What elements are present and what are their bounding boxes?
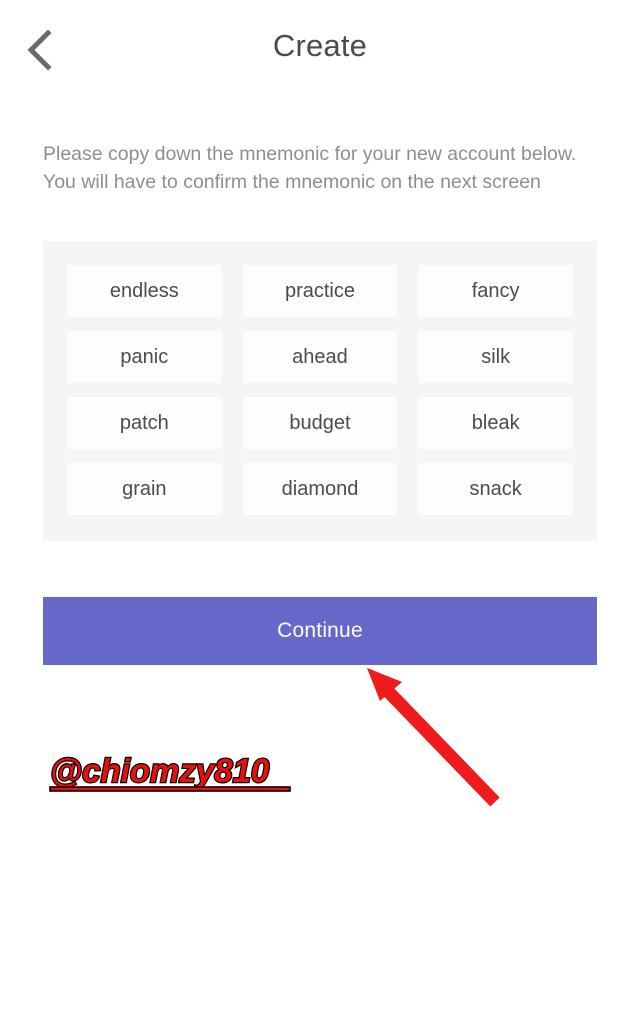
mnemonic-word: practice [242,265,398,317]
mnemonic-word-grid: endless practice fancy panic ahead silk … [67,265,573,515]
mnemonic-word: silk [418,331,573,383]
mnemonic-word: panic [67,331,222,383]
mnemonic-word: grain [67,463,222,515]
mnemonic-word: budget [242,397,398,449]
mnemonic-word: endless [67,265,222,317]
mnemonic-word: fancy [418,265,573,317]
watermark: @chiomzy810 [46,748,306,800]
mnemonic-panel: endless practice fancy panic ahead silk … [43,241,597,541]
mnemonic-word: ahead [242,331,398,383]
app-header: Create [0,0,640,100]
watermark-label: @chiomzy810 [50,752,270,789]
instruction-text: Please copy down the mnemonic for your n… [43,143,577,193]
annotation-arrow-icon [367,668,500,807]
mnemonic-word: patch [67,397,222,449]
mnemonic-word: bleak [418,397,573,449]
page-title: Create [272,28,368,63]
continue-button[interactable]: Continue [43,597,597,665]
mnemonic-word: snack [418,463,573,515]
watermark-underline [49,786,291,792]
watermark-text-icon: @chiomzy810 [49,751,291,792]
mnemonic-word: diamond [242,463,398,515]
